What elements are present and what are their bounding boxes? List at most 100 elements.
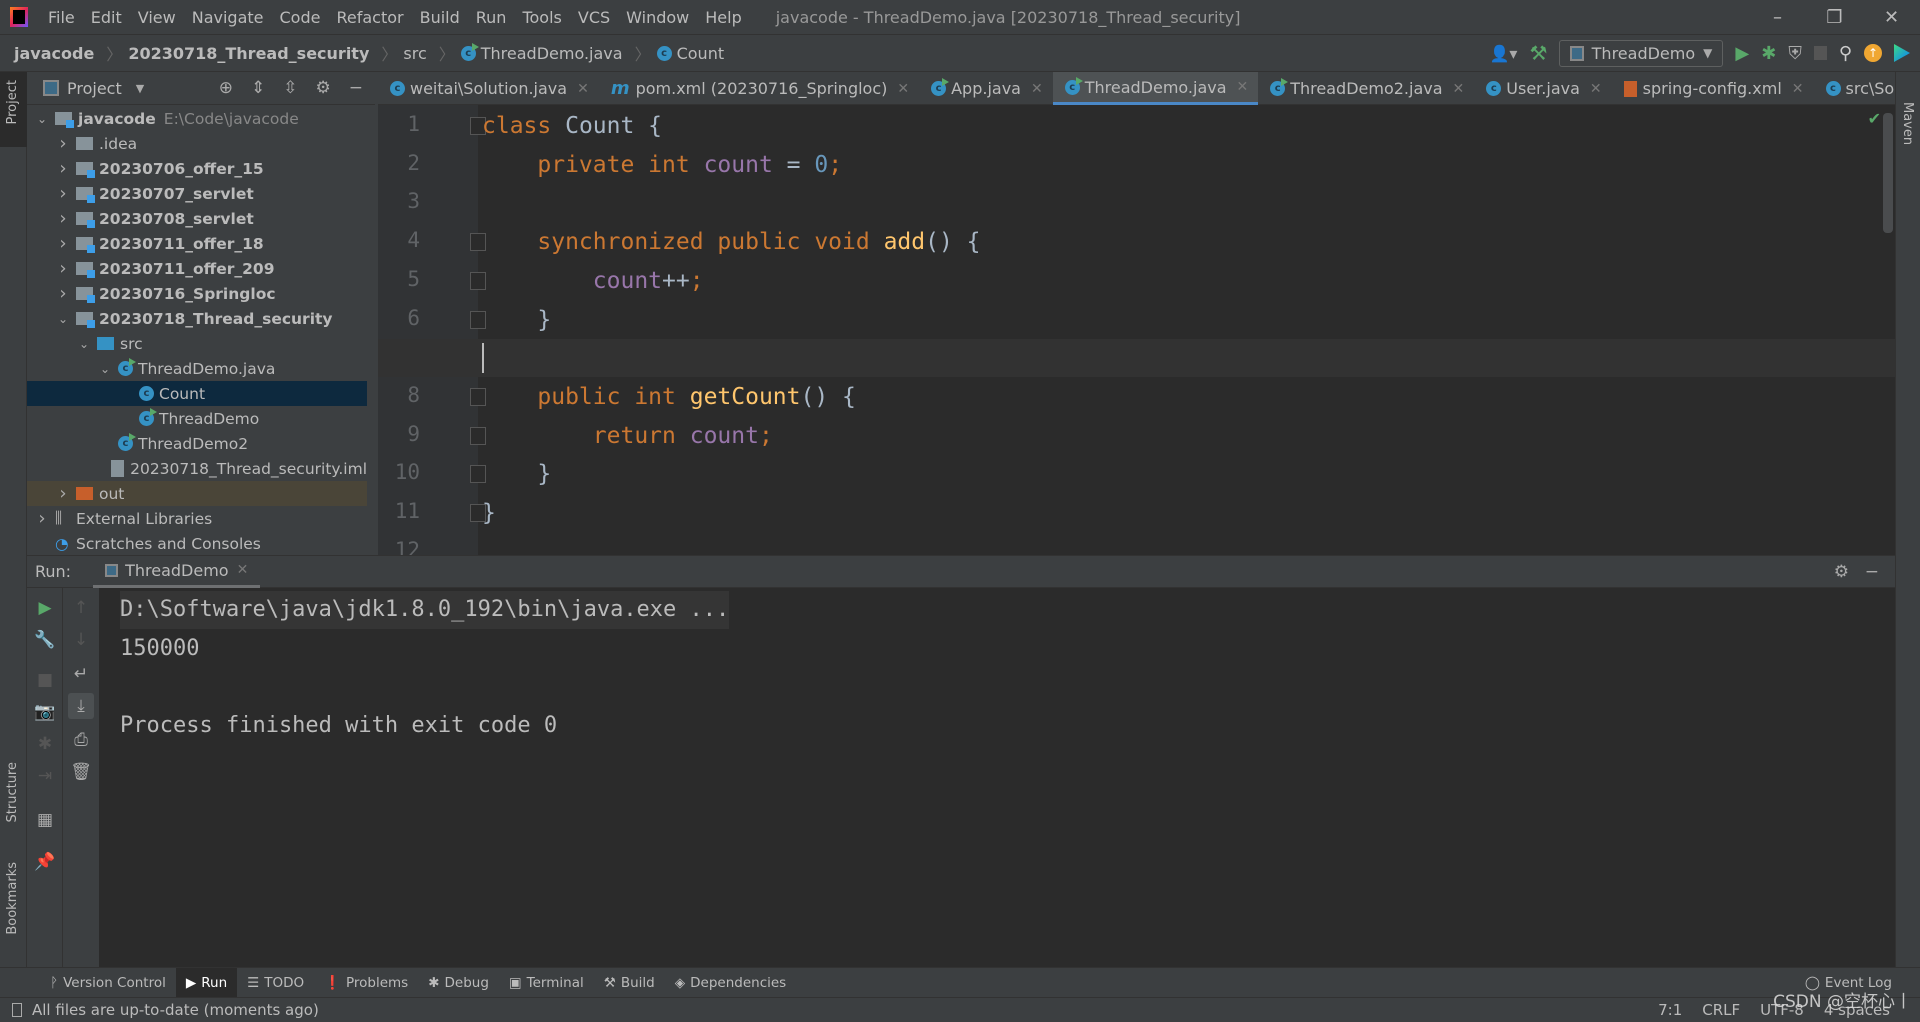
account-icon[interactable]: 👤▾ — [1489, 44, 1517, 63]
toolbox-icon[interactable] — [1894, 44, 1910, 62]
stop-icon[interactable] — [1814, 46, 1827, 60]
tool-dependencies[interactable]: ◈Dependencies — [665, 968, 796, 998]
tool-terminal[interactable]: ▣Terminal — [499, 968, 594, 998]
tool-todo[interactable]: ☰TODO — [237, 968, 314, 998]
menu-build[interactable]: Build — [412, 8, 468, 27]
menu-refactor[interactable]: Refactor — [328, 8, 411, 27]
gear-icon[interactable]: ⚙ — [316, 78, 331, 98]
breadcrumb-module[interactable]: 20230718_Thread_security — [128, 44, 369, 63]
chevron-down-icon[interactable]: ⌄ — [35, 112, 49, 126]
breadcrumb-file[interactable]: ThreadDemo.java — [481, 44, 623, 63]
camera-icon[interactable]: 📷 — [33, 700, 57, 724]
editor-tab[interactable]: mpom.xml (20230716_Springloc)✕ — [599, 72, 919, 105]
project-view-select[interactable]: Project — [67, 79, 122, 98]
close-button[interactable]: ✕ — [1863, 0, 1920, 35]
close-icon[interactable]: ✕ — [1031, 81, 1043, 97]
run-config-select[interactable]: ThreadDemo ▼ — [1559, 40, 1723, 67]
tree-item[interactable]: ›20230716_Springloc — [27, 281, 367, 306]
debug-icon[interactable]: ✱ — [33, 732, 57, 756]
code-editor[interactable]: 123456789101112 class Count { private in… — [378, 105, 1895, 555]
tree-item[interactable]: ›.idea — [27, 131, 367, 156]
tree-item[interactable]: ›20230711_offer_18 — [27, 231, 367, 256]
chevron-down-icon[interactable]: ⌄ — [77, 337, 91, 351]
structure-stripe-button[interactable]: Structure — [5, 762, 20, 822]
chevron-right-icon[interactable]: › — [56, 258, 70, 279]
tool-version-control[interactable]: ᚹVersion Control — [40, 968, 176, 998]
chevron-down-icon[interactable]: ⌄ — [56, 312, 70, 326]
close-icon[interactable]: ✕ — [1453, 81, 1465, 97]
close-icon[interactable]: ✕ — [237, 562, 249, 578]
bookmarks-stripe-button[interactable]: Bookmarks — [5, 862, 20, 935]
tool-problems[interactable]: ❗Problems — [314, 968, 418, 998]
close-icon[interactable]: ✕ — [1590, 81, 1602, 97]
restore-button[interactable]: ❐ — [1806, 0, 1863, 35]
arrow-down-icon[interactable]: ↓ — [69, 628, 93, 652]
collapse-all-icon[interactable]: ⇳ — [283, 78, 297, 98]
rerun-icon[interactable]: ▶ — [33, 596, 57, 620]
exit-icon[interactable]: ⇥ — [33, 764, 57, 788]
update-icon[interactable]: ↑ — [1864, 44, 1882, 62]
debug-icon[interactable]: ✱ — [1761, 43, 1776, 64]
status-toggle-icon[interactable] — [12, 1003, 22, 1017]
hide-icon[interactable]: − — [1865, 562, 1879, 582]
print-icon[interactable]: ⎙ — [69, 728, 93, 752]
tool-build[interactable]: ⚒Build — [594, 968, 665, 998]
tree-item[interactable]: ›20230707_servlet — [27, 181, 367, 206]
chevron-right-icon[interactable]: › — [56, 133, 70, 154]
close-icon[interactable]: ✕ — [897, 81, 909, 97]
run-icon[interactable]: ▶ — [1735, 43, 1749, 64]
menu-view[interactable]: View — [130, 8, 184, 27]
menu-vcs[interactable]: VCS — [570, 8, 618, 27]
breadcrumb-class[interactable]: Count — [677, 44, 725, 63]
chevron-right-icon[interactable]: › — [56, 208, 70, 229]
chevron-right-icon[interactable]: › — [56, 158, 70, 179]
tree-item[interactable]: ⌄20230718_Thread_security — [27, 306, 367, 331]
tree-item[interactable]: ›20230708_servlet — [27, 206, 367, 231]
tree-item[interactable]: ◔Scratches and Consoles — [27, 531, 367, 556]
editor-tab[interactable]: cUser.java✕ — [1474, 72, 1611, 105]
menu-window[interactable]: Window — [618, 8, 697, 27]
status-message[interactable]: All files are up-to-date (moments ago) — [32, 1001, 319, 1019]
close-icon[interactable]: ✕ — [577, 81, 589, 97]
trash-icon[interactable]: 🗑 — [69, 760, 93, 784]
expand-all-icon[interactable]: ⇕ — [251, 78, 265, 98]
chevron-down-icon[interactable]: ⌄ — [98, 362, 112, 376]
tree-item[interactable]: ›⫼External Libraries — [27, 506, 367, 531]
locate-icon[interactable]: ⊕ — [219, 78, 233, 98]
scroll-to-end-icon[interactable]: ⤓ — [68, 693, 94, 719]
tree-item[interactable]: ›20230711_offer_209 — [27, 256, 367, 281]
editor-tab[interactable]: spring-config.xml✕ — [1612, 72, 1814, 105]
close-icon[interactable]: ✕ — [1237, 79, 1249, 95]
tool-run[interactable]: ▶Run — [176, 968, 237, 998]
tree-item[interactable]: ›out — [27, 481, 367, 506]
hide-icon[interactable]: − — [349, 78, 363, 98]
project-stripe-button[interactable]: Project — [0, 72, 27, 147]
line-separator[interactable]: CRLF — [1702, 1001, 1740, 1019]
tree-item[interactable]: 20230718_Thread_security.iml — [27, 456, 367, 481]
build-hammer-icon[interactable]: ⚒ — [1529, 41, 1547, 65]
tree-item[interactable]: ›20230706_offer_15 — [27, 156, 367, 181]
pin-icon[interactable]: 📌 — [33, 850, 57, 874]
wrench-icon[interactable]: 🔧 — [33, 628, 57, 652]
chevron-right-icon[interactable]: › — [35, 508, 49, 529]
search-icon[interactable]: ⚲ — [1839, 43, 1852, 64]
menu-code[interactable]: Code — [272, 8, 329, 27]
chevron-right-icon[interactable]: › — [56, 283, 70, 304]
gear-icon[interactable]: ⚙ — [1834, 562, 1849, 582]
menu-navigate[interactable]: Navigate — [184, 8, 272, 27]
close-icon[interactable]: ✕ — [1792, 81, 1804, 97]
editor-tab[interactable]: cThreadDemo2.java✕ — [1258, 72, 1474, 105]
minimize-button[interactable]: – — [1749, 0, 1806, 35]
menu-edit[interactable]: Edit — [83, 8, 130, 27]
editor-tab[interactable]: cThreadDemo.java✕ — [1053, 72, 1259, 105]
editor-tab[interactable]: cApp.java✕ — [919, 72, 1053, 105]
chevron-right-icon[interactable]: › — [56, 233, 70, 254]
tree-item[interactable]: cThreadDemo — [27, 406, 367, 431]
inspection-ok-icon[interactable]: ✔ — [1868, 109, 1881, 128]
tree-item[interactable]: cThreadDemo2 — [27, 431, 367, 456]
layout-icon[interactable]: ▦ — [33, 808, 57, 832]
coverage-icon[interactable]: ⛨ — [1788, 43, 1802, 64]
tree-item[interactable]: ⌄cThreadDemo.java — [27, 356, 367, 381]
tree-item[interactable]: ⌄src — [27, 331, 367, 356]
tool-debug[interactable]: ✱Debug — [418, 968, 499, 998]
